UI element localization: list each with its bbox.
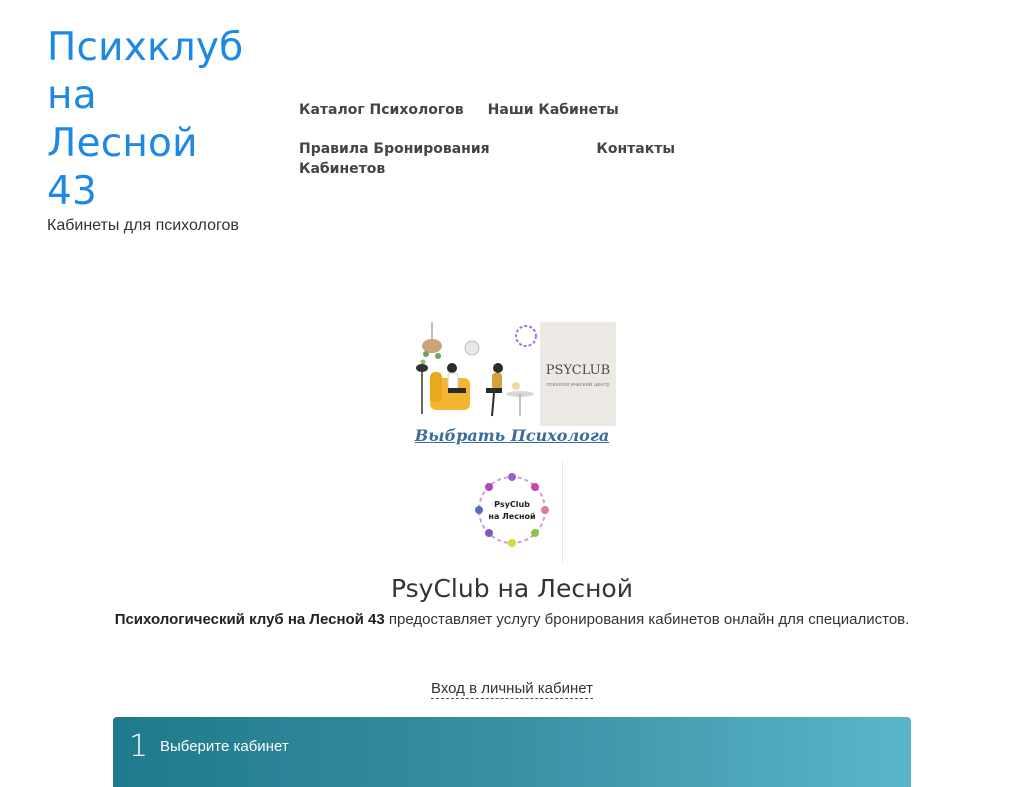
psyclub-panel-subtitle: психологический центр [546, 381, 609, 388]
site-title[interactable]: Психклуб на Лесной 43 [47, 24, 247, 216]
nav-catalog-psychologists[interactable]: Каталог Психологов [299, 100, 464, 120]
main-nav: Каталог Психологов Наши Кабинеты Правила… [299, 100, 699, 198]
club-description-bold: Психологический клуб на Лесной 43 [114, 611, 385, 628]
nav-row-2: Правила Бронирования Кабинетов Контакты [299, 139, 699, 179]
club-logo-line1: PsyClub [494, 500, 530, 509]
club-logo-line2: на Лесной [488, 512, 535, 521]
nav-our-rooms[interactable]: Наши Кабинеты [488, 100, 619, 120]
nav-contacts[interactable]: Контакты [596, 139, 675, 179]
step-label: Выберите кабинет [160, 738, 289, 755]
club-title: PsyClub на Лесной [391, 574, 633, 603]
psyclub-panel-title: PSYCLUB [546, 363, 610, 378]
login-link-wrapper: Вход в личный кабинет [0, 680, 1024, 699]
hero-illustration-svg: PSYCLUB психологический центр [408, 322, 616, 426]
club-logo-svg: PsyClub на Лесной [475, 473, 549, 547]
club-logo: PsyClub на Лесной [462, 462, 563, 562]
nav-booking-rules[interactable]: Правила Бронирования Кабинетов [299, 139, 572, 179]
club-description: Психологический клуб на Лесной 43 предос… [0, 611, 1024, 628]
choose-psychologist-link[interactable]: Выбрать Психолога [0, 426, 1024, 445]
hero-illustration[interactable]: PSYCLUB психологический центр [408, 322, 616, 426]
step-number: 1 [129, 729, 149, 764]
club-description-rest: предоставляет услугу бронирования кабине… [384, 611, 910, 628]
nav-row-1: Каталог Психологов Наши Кабинеты [299, 100, 699, 120]
site-tagline: Кабинеты для психологов [47, 217, 239, 234]
login-link[interactable]: Вход в личный кабинет [431, 680, 593, 699]
booking-step-header[interactable]: 1 Выберите кабинет [113, 717, 911, 787]
